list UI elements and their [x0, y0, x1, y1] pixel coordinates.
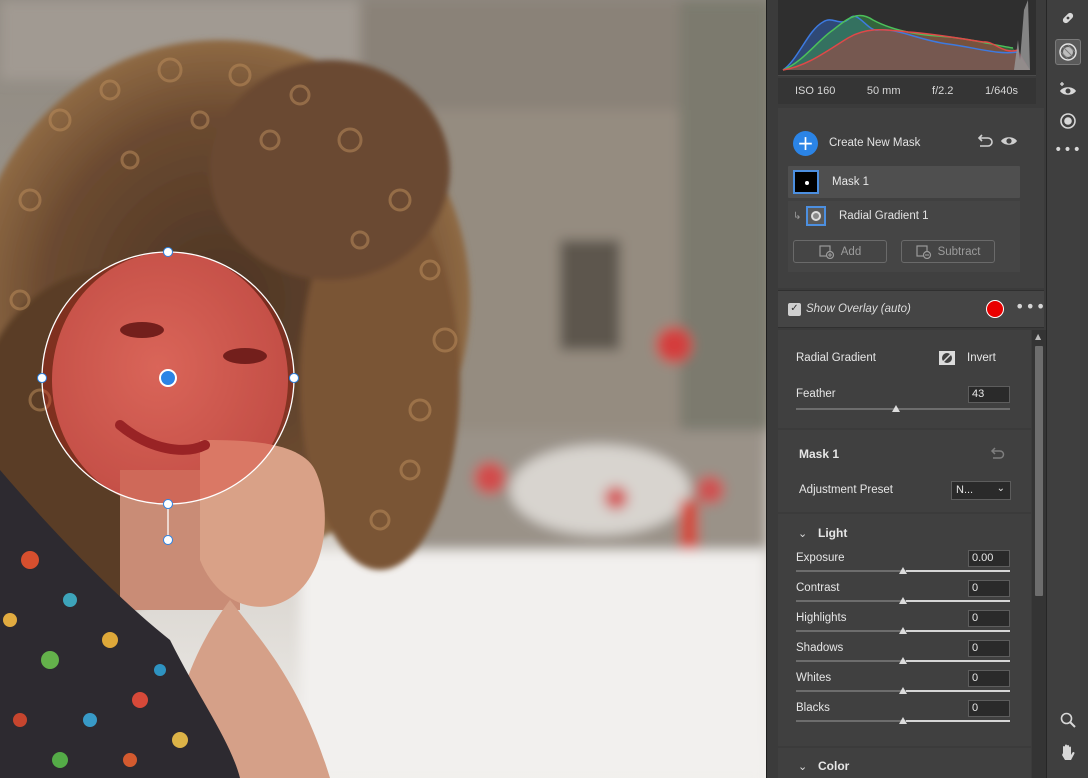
slider-fill-shadows — [906, 660, 1010, 662]
exif-aperture: f/2.2 — [932, 85, 954, 97]
tool-strip: ••• — [1046, 0, 1088, 778]
scrollbar-thumb[interactable] — [1035, 346, 1043, 596]
slider-fill-contrast — [906, 600, 1010, 602]
mask-thumbnail — [793, 170, 819, 194]
exif-focal: 50 mm — [866, 85, 901, 97]
overlay-color-swatch[interactable] — [986, 300, 1004, 318]
masking-tool[interactable] — [1055, 39, 1081, 65]
zoom-icon — [1060, 712, 1076, 728]
more-options-icon[interactable]: ••• — [1015, 297, 1046, 316]
mask-1-title: Mask 1 — [799, 447, 840, 461]
subtract-label: Subtract — [937, 245, 981, 258]
slider-label-blacks: Blacks — [796, 702, 830, 714]
mask-item-mask-1[interactable]: Mask 1 — [788, 166, 1020, 198]
radial-gradient-title: Radial Gradient — [796, 352, 876, 364]
subtract-mask-icon — [915, 244, 931, 259]
exif-shutter: 1/640s — [984, 85, 1018, 97]
slider-label-contrast: Contrast — [796, 582, 840, 594]
light-section: ⌄ Light Exposure 0.00 Contrast 0 Highlights 0… — [778, 514, 1031, 746]
zoom-tool[interactable] — [1055, 707, 1081, 733]
slider-thumb-shadows[interactable] — [899, 657, 907, 664]
feather-slider-track[interactable] — [796, 408, 1010, 410]
photo-image — [0, 0, 766, 778]
add-subtract-row: Add Subtract — [788, 231, 1020, 272]
slider-fill-blacks — [906, 720, 1010, 722]
adjustment-preset-label: Adjustment Preset — [799, 484, 893, 496]
feather-slider-thumb[interactable] — [892, 405, 901, 412]
photo-canvas[interactable] — [0, 0, 766, 778]
radial-gradient-section: Radial Gradient Invert Feather 43 — [778, 330, 1031, 428]
light-collapse-chevron-icon[interactable]: ⌄ — [798, 527, 807, 540]
hand-tool[interactable] — [1055, 740, 1081, 766]
slider-value-highlights[interactable]: 0 — [968, 610, 1010, 627]
add-label: Add — [840, 245, 862, 258]
show-overlay-row: ✓ Show Overlay (auto) ••• — [778, 290, 1046, 328]
healing-icon — [1062, 12, 1074, 24]
add-button[interactable]: Add — [793, 240, 887, 263]
mask-component-radial-gradient[interactable]: ↳ Radial Gradient 1 — [788, 201, 1020, 231]
slider-value-contrast[interactable]: 0 — [968, 580, 1010, 597]
hand-icon — [1062, 744, 1075, 760]
plus-icon[interactable]: + — [793, 130, 818, 156]
reset-icon[interactable] — [976, 132, 994, 150]
add-mask-icon — [819, 244, 834, 259]
slider-label-shadows: Shadows — [796, 642, 844, 654]
more-tools-icon[interactable]: ••• — [1054, 137, 1081, 163]
show-overlay-checkbox[interactable]: ✓ — [788, 302, 801, 316]
slider-thumb-highlights[interactable] — [899, 627, 907, 634]
presets-tool[interactable] — [1055, 108, 1081, 134]
invert-label[interactable]: Invert — [967, 352, 996, 364]
slider-thumb-whites[interactable] — [899, 687, 907, 694]
healing-tool[interactable] — [1055, 5, 1081, 31]
feather-value[interactable]: 43 — [968, 386, 1010, 403]
presets-icon — [1060, 113, 1076, 129]
exif-info: ISO 160 50 mm f/2.2 1/640s — [778, 78, 1036, 104]
slider-value-exposure[interactable]: 0.00 — [968, 550, 1010, 567]
light-title[interactable]: Light — [818, 526, 847, 540]
red-eye-icon — [1060, 82, 1076, 95]
slider-thumb-exposure[interactable] — [899, 567, 907, 574]
mask-settings-scroll[interactable]: Radial Gradient Invert Feather 43 Mask 1… — [778, 330, 1034, 778]
show-overlay-label: Show Overlay (auto) — [806, 303, 911, 315]
mask-1-section: Mask 1 Adjustment Preset N... ⌄ — [778, 430, 1031, 512]
radial-gradient-icon — [806, 206, 826, 226]
slider-label-highlights: Highlights — [796, 612, 847, 624]
subitem-arrow-icon: ↳ — [793, 210, 802, 222]
preset-value: N... — [956, 484, 974, 496]
color-section: ⌄ Color — [778, 748, 1031, 778]
histogram — [778, 0, 1036, 76]
slider-fill-highlights — [906, 630, 1010, 632]
slider-thumb-contrast[interactable] — [899, 597, 907, 604]
slider-fill-whites — [906, 690, 1010, 692]
slider-label-whites: Whites — [796, 672, 832, 684]
create-new-mask-button[interactable]: + Create New Mask — [793, 130, 1033, 156]
feather-label: Feather — [796, 388, 836, 400]
visibility-eye-icon[interactable] — [1000, 132, 1018, 150]
slider-thumb-blacks[interactable] — [899, 717, 907, 724]
red-eye-tool[interactable] — [1055, 76, 1081, 102]
color-collapse-chevron-icon[interactable]: ⌄ — [798, 760, 807, 773]
scroll-up-icon[interactable]: ▲ — [1035, 332, 1041, 341]
slider-label-exposure: Exposure — [796, 552, 845, 564]
slider-value-whites[interactable]: 0 — [968, 670, 1010, 687]
mask-list-card: + Create New Mask Mask 1 ↳ Radial Gradie… — [778, 108, 1044, 288]
mask-item-label: Mask 1 — [832, 176, 870, 188]
adjustment-preset-dropdown[interactable]: N... ⌄ — [951, 481, 1011, 500]
panel-scrollbar[interactable]: ▲ — [1032, 330, 1046, 778]
slider-value-blacks[interactable]: 0 — [968, 700, 1010, 717]
create-new-mask-label: Create New Mask — [829, 137, 921, 149]
slider-value-shadows[interactable]: 0 — [968, 640, 1010, 657]
slider-fill-exposure — [906, 570, 1010, 572]
subtract-button[interactable]: Subtract — [901, 240, 995, 263]
reset-mask-icon[interactable] — [990, 446, 1006, 460]
exif-iso: ISO 160 — [795, 85, 836, 97]
masks-panel: ISO 160 50 mm f/2.2 1/640s + Create New … — [766, 0, 1046, 778]
mask-component-label: Radial Gradient 1 — [839, 210, 929, 222]
mask-icon — [1059, 43, 1077, 61]
invert-icon[interactable] — [938, 350, 956, 366]
chevron-down-icon: ⌄ — [996, 483, 1005, 494]
color-title[interactable]: Color — [818, 759, 849, 773]
